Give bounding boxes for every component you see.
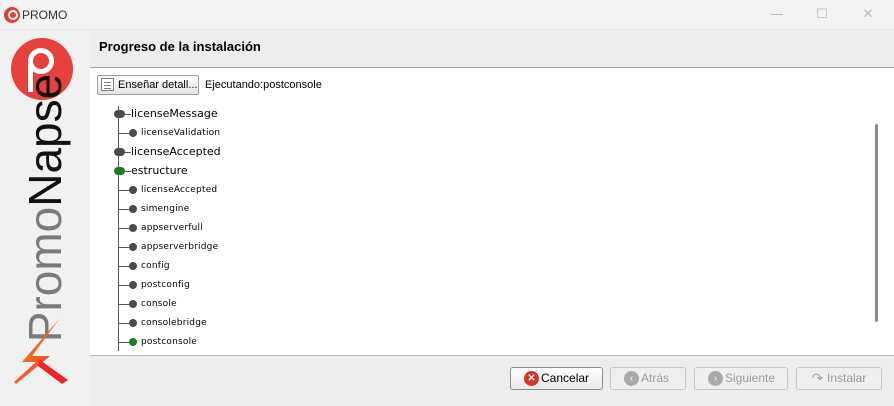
install-label: Instalar [827,371,867,385]
step-done-icon [129,300,137,308]
tree-item: postconfig [90,276,390,294]
tree-connector [119,133,129,134]
step-done-icon [129,224,137,232]
tree-item: simengine [90,200,390,218]
cancel-button[interactable]: ✕ Cancelar [510,367,603,390]
tree-item: appserverfull [90,219,390,237]
install-arrow-icon: ↷ [811,370,824,386]
step-active-icon [114,167,125,175]
close-button[interactable]: ✕ [846,0,890,30]
tree-item-label: postconfig [141,280,190,290]
tree-item-label: licenseValidation [141,128,221,138]
tree-connector [119,304,129,305]
napse-bolt-logo [14,318,68,384]
show-details-button[interactable]: Enseñar detall... [97,75,199,95]
tree-item-label: estructure [131,164,188,177]
tree-item-label: simengine [141,204,190,214]
minimize-button[interactable]: — [755,0,799,30]
page-title: Progreso de la instalación [99,39,261,54]
maximize-button[interactable]: ☐ [800,0,844,30]
back-button[interactable]: ‹ Atrás [610,367,686,390]
tree-item: appserverbridge [90,238,390,256]
tree-item-label: appserverbridge [141,242,219,252]
execution-status: Ejecutando:postconsole [205,79,322,91]
wizard-header: Progreso de la instalación [90,30,894,68]
brand-text: PromoNapse [19,73,71,342]
app-icon [4,7,20,23]
install-button[interactable]: ↷ Instalar [796,367,882,390]
details-list-icon [101,78,114,91]
tree-connector [119,247,129,248]
tree-item-label: postconsole [141,337,198,347]
tree-item: postconsole [90,333,390,351]
tree-item-label: licenseAccepted [131,145,221,158]
step-done-icon [129,243,137,251]
tree-item: consolebridge [90,314,390,332]
tree-item: licenseAccepted [90,143,390,161]
tree-item-label: consolebridge [141,318,207,328]
tree-connector [119,228,129,229]
next-arrow-icon: › [708,371,723,386]
tree-scrollbar[interactable] [875,124,878,322]
tree-item-label: config [141,261,170,271]
back-arrow-icon: ‹ [624,371,639,386]
show-details-label: Enseñar detall... [118,79,198,91]
tree-connector [119,342,129,343]
tree-item: licenseAccepted [90,181,390,199]
step-done-icon [114,110,125,118]
tree-item: licenseValidation [90,124,390,142]
cancel-label: Cancelar [541,371,590,385]
back-label: Atrás [641,371,670,385]
tree-item: config [90,257,390,275]
step-done-icon [129,319,137,327]
tree-item-label: licenseAccepted [141,185,218,195]
title-bar: PROMO — ☐ ✕ [0,0,894,30]
tree-item: licenseMessage [90,105,390,123]
tree-connector [119,266,129,267]
tree-item-label: console [141,299,177,309]
step-done-icon [114,148,125,156]
tree-connector [119,285,129,286]
window-title: PROMO [22,8,68,22]
brand-napse: Napse [19,73,71,207]
tree-item-label: appserverfull [141,223,203,233]
next-label: Siguiente [725,371,776,385]
installation-tree: licenseMessage licenseValidation licenseAc… [90,100,880,355]
tree-item-label: licenseMessage [131,107,218,120]
next-button[interactable]: › Siguiente [694,367,788,390]
side-banner: PromoNapse [0,30,90,406]
step-done-icon [129,129,137,137]
tree-connector [119,209,129,210]
step-done-icon [129,262,137,270]
tree-connector [119,323,129,324]
tree-connector [119,190,129,191]
step-active-icon [129,338,137,346]
step-done-icon [129,186,137,194]
tree-item: console [90,295,390,313]
tree-item: estructure [90,162,390,180]
cancel-icon: ✕ [524,371,539,386]
step-done-icon [129,205,137,213]
step-done-icon [129,281,137,289]
